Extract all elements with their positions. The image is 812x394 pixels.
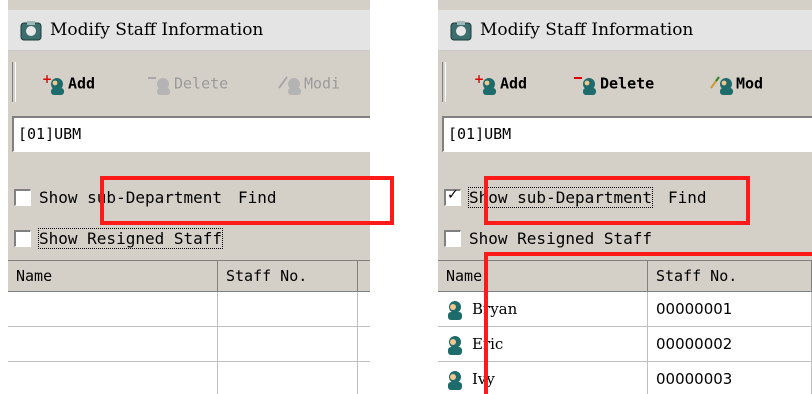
modify-button[interactable]: Mod xyxy=(710,74,763,98)
app-icon xyxy=(450,21,472,41)
cell-staff-no xyxy=(218,362,358,394)
column-header-name[interactable]: Name xyxy=(8,261,218,291)
checkbox-box[interactable]: ✓ xyxy=(444,187,461,206)
show-resigned-staff-label: Show Resigned Staff xyxy=(469,229,653,248)
table-row[interactable] xyxy=(8,362,370,394)
add-button[interactable]: + Add xyxy=(474,72,528,98)
cell-staff-no xyxy=(218,327,358,361)
show-resigned-staff-checkbox[interactable]: Show Resigned Staff xyxy=(444,228,652,254)
checkbox-box[interactable] xyxy=(14,189,31,206)
cell-staff-no xyxy=(218,292,358,326)
delete-button[interactable]: Delete xyxy=(574,74,654,98)
table-row[interactable]: Bryan 00000001 xyxy=(438,292,812,327)
checkmark-icon: ✓ xyxy=(447,187,459,203)
svg-text:+: + xyxy=(474,74,484,86)
modify-label: Modi xyxy=(304,74,341,93)
cell-name: Eric xyxy=(438,327,648,361)
grid-header: Name Staff No. xyxy=(8,261,370,292)
column-header-name[interactable]: Name xyxy=(438,261,648,291)
title-bar: Modify Staff Information xyxy=(8,10,370,51)
toolbar: + Add Delete xyxy=(438,58,812,106)
add-label: Add xyxy=(68,74,96,93)
add-staff-icon: + xyxy=(42,72,68,95)
staff-window-after: Modify Staff Information + Add Delete Mo… xyxy=(438,0,812,394)
toolbar: + Add Delete xyxy=(8,58,370,106)
add-button[interactable]: + Add xyxy=(42,72,96,98)
modify-staff-icon xyxy=(710,74,736,95)
staff-window-before: Modify Staff Information + Add Delete Mo… xyxy=(8,0,370,394)
add-staff-icon: + xyxy=(474,72,500,95)
show-sub-department-label: Show sub-Department xyxy=(39,188,223,207)
show-sub-department-checkbox[interactable]: ✓ Show sub-Department Find xyxy=(444,187,707,213)
toolbar-separator xyxy=(12,62,16,102)
delete-label: Delete xyxy=(600,74,655,93)
delete-staff-icon xyxy=(574,74,600,95)
cell-name xyxy=(8,292,218,326)
cell-staff-no: 00000001 xyxy=(648,292,812,326)
show-resigned-staff-checkbox[interactable]: Show Resigned Staff xyxy=(14,228,224,254)
checkbox-box[interactable] xyxy=(444,230,461,247)
column-header-staff-no[interactable]: Staff No. xyxy=(218,261,358,291)
app-icon xyxy=(20,21,42,41)
toolbar-separator xyxy=(442,62,446,102)
department-field[interactable]: [01]UBM xyxy=(442,116,812,152)
add-label: Add xyxy=(500,74,528,93)
checkbox-box[interactable] xyxy=(14,230,31,247)
department-field[interactable]: [01]UBM xyxy=(12,116,370,152)
staff-grid: Name Staff No. xyxy=(8,260,370,394)
modify-button[interactable]: Modi xyxy=(278,74,340,98)
show-sub-department-label: Show sub-Department xyxy=(467,187,654,208)
title-bar: Modify Staff Information xyxy=(438,10,812,51)
cell-name: Bryan xyxy=(438,292,648,326)
grid-header: Name Staff No. xyxy=(438,261,812,292)
show-resigned-staff-label: Show Resigned Staff xyxy=(37,228,224,249)
cell-name: Ivy xyxy=(438,362,648,394)
table-row[interactable] xyxy=(8,327,370,362)
delete-label: Delete xyxy=(174,74,229,93)
staff-grid: Name Staff No. Bryan 00000001 Eric 00000… xyxy=(438,260,812,394)
window-title: Modify Staff Information xyxy=(50,20,264,40)
table-row[interactable] xyxy=(8,292,370,327)
table-row[interactable]: Ivy 00000003 xyxy=(438,362,812,394)
delete-button[interactable]: Delete xyxy=(148,74,228,98)
delete-staff-icon xyxy=(148,74,174,95)
svg-text:+: + xyxy=(42,74,52,86)
cell-staff-no: 00000003 xyxy=(648,362,812,394)
cell-staff-no: 00000002 xyxy=(648,327,812,361)
table-row[interactable]: Eric 00000002 xyxy=(438,327,812,362)
modify-staff-icon xyxy=(278,74,304,95)
find-label[interactable]: Find xyxy=(238,188,277,207)
column-header-staff-no[interactable]: Staff No. xyxy=(648,261,812,291)
cell-name xyxy=(8,362,218,394)
cell-name xyxy=(8,327,218,361)
modify-label: Mod xyxy=(736,74,764,93)
window-title: Modify Staff Information xyxy=(480,20,694,40)
show-sub-department-checkbox[interactable]: Show sub-Department Find xyxy=(14,187,277,213)
find-label[interactable]: Find xyxy=(668,188,707,207)
